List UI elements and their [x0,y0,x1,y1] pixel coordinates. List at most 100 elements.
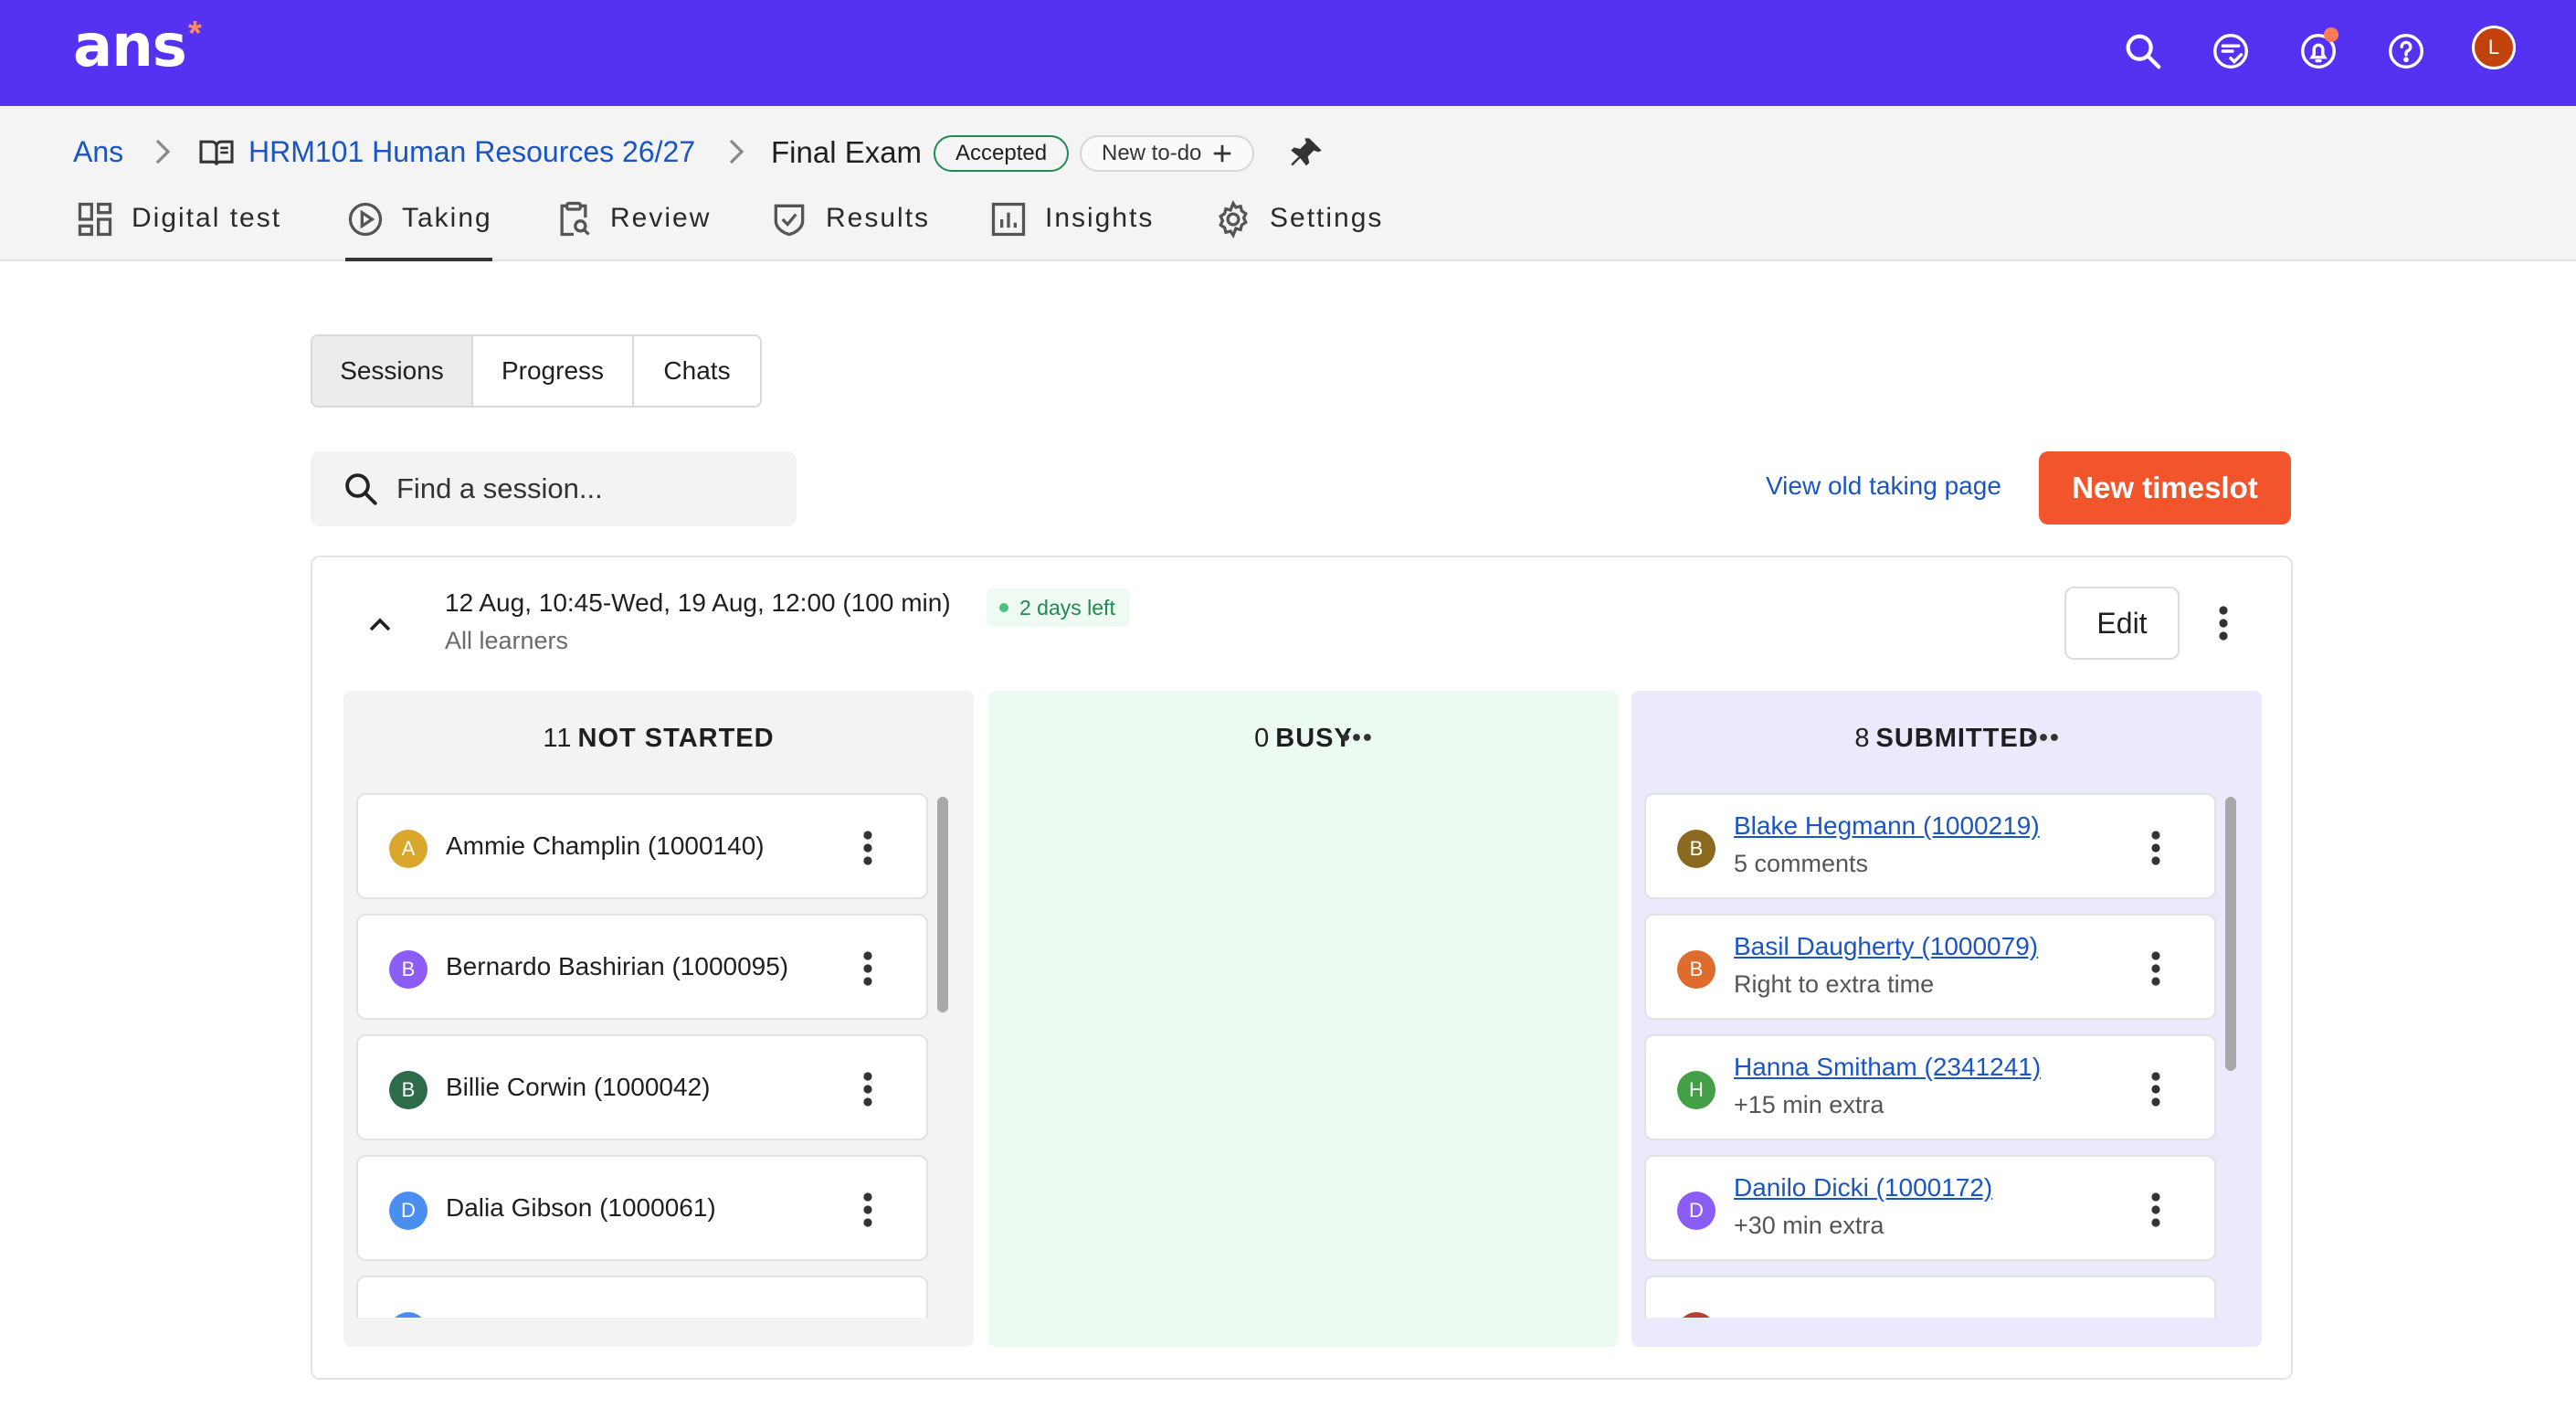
learner-name-link[interactable]: Hanna Smitham (2341241) [1734,1053,2041,1082]
new-todo-button[interactable]: New to-do [1080,135,1255,172]
avatar [389,1312,428,1318]
avatar: D [389,1192,428,1230]
column-header: 8 SUBMITTED [1854,724,2039,753]
logo-mark: * [188,15,202,53]
list-item[interactable]: B Blake Hegmann (1000219) 5 comments [1644,793,2216,899]
more-vertical-icon[interactable] [2150,950,2161,987]
learner-note: Right to extra time [1734,970,1935,998]
more-vertical-icon[interactable] [862,1192,873,1228]
timeslot-range: 12 Aug, 10:45-Wed, 19 Aug, 12:00 (100 mi… [445,588,951,617]
learner-name: Bernardo Bashirian (1000095) [446,952,789,980]
column-submitted: 8 SUBMITTED B Blake Hegmann (1000219) 5 … [1631,691,2262,1347]
breadcrumb-root[interactable]: Ans [73,135,123,169]
scrollbar-thumb[interactable] [2225,797,2236,1071]
tab-taking[interactable]: Taking [345,202,492,261]
learner-note: +30 min extra [1734,1212,1884,1239]
view-old-taking-page-link[interactable]: View old taking page [1766,471,2001,501]
status-badge: Accepted [934,135,1070,172]
tab-sessions[interactable]: Sessions [312,336,473,406]
avatar: B [389,1071,428,1109]
learner-name-link[interactable]: Basil Daugherty (1000079) [1734,932,2038,961]
search-input[interactable] [396,472,762,505]
list-item[interactable]: D Dalia Gibson (1000061) [356,1155,928,1261]
tab-insights[interactable]: Insights [988,202,1154,261]
more-vertical-icon[interactable] [2150,830,2161,866]
more-vertical-icon[interactable] [862,950,873,987]
list-item[interactable]: H Hanna Smitham (2341241) +15 min extra [1644,1034,2216,1140]
plus-icon [1214,144,1231,163]
grid-icon [78,202,112,237]
session-search [311,451,797,526]
book-icon [199,140,234,165]
learner-name-link[interactable]: Danilo Dicki (1000172) [1734,1173,1992,1202]
more-vertical-icon[interactable] [862,1071,873,1107]
bell-icon[interactable] [2293,26,2344,77]
more-vertical-icon[interactable] [2218,605,2229,641]
shield-check-icon [774,204,805,237]
list-item[interactable]: D Danilo Dicki (1000172) +30 min extra [1644,1155,2216,1261]
more-vertical-icon[interactable] [2150,1071,2161,1107]
list-item[interactable]: B Basil Daugherty (1000079) Right to ext… [1644,914,2216,1020]
tab-digital-test[interactable]: Digital test [75,202,281,261]
column-busy: 0 BUSY [988,691,1619,1347]
learner-note: +15 min extra [1734,1091,1884,1118]
chevron-right-icon [729,139,744,164]
search-icon [345,473,377,505]
learner-name-link[interactable]: Blake Hegmann (1000219) [1734,811,2040,841]
help-icon[interactable] [2381,26,2432,77]
notification-dot [2324,27,2338,42]
breadcrumb-course[interactable]: HRM101 Human Resources 26/27 [197,135,695,169]
list-item[interactable] [1644,1276,2216,1318]
learner-list: A Ammie Champlin (1000140) B Bernardo Ba… [356,793,928,1318]
tab-settings[interactable]: Settings [1213,200,1383,261]
column-not-started: 11 NOT STARTED A Ammie Champlin (1000140… [343,691,974,1347]
list-item[interactable]: B Billie Corwin (1000042) [356,1034,928,1140]
avatar [1677,1312,1716,1318]
more-vertical-icon[interactable] [2150,1192,2161,1228]
avatar: B [389,950,428,989]
learner-note: 5 comments [1734,850,1869,877]
list-item[interactable]: B Bernardo Bashirian (1000095) [356,914,928,1020]
clipboard-search-icon [560,201,590,237]
pin-icon[interactable] [1288,133,1325,174]
more-horizontal-icon[interactable] [2028,731,2059,744]
tab-progress[interactable]: Progress [473,336,634,406]
column-header: 0 BUSY [1254,724,1353,753]
list-item[interactable]: A Ammie Champlin (1000140) [356,793,928,899]
scrollbar[interactable] [937,797,948,1319]
avatar: H [1677,1071,1716,1109]
timeslot-audience: All learners [445,627,569,654]
page-title: Final Exam [771,135,923,169]
more-horizontal-icon[interactable] [1341,731,1372,744]
search-icon[interactable] [2117,26,2169,77]
avatar: B [1677,950,1716,989]
top-bar: ans * L [0,0,2576,106]
column-header: 11 NOT STARTED [543,724,775,753]
play-circle-icon [348,202,383,237]
chat-icon[interactable] [2205,26,2256,77]
tab-results[interactable]: Results [769,203,930,261]
new-timeslot-button[interactable]: New timeslot [2039,451,2291,524]
tab-review[interactable]: Review [554,201,711,261]
scrollbar-thumb[interactable] [937,797,948,1012]
user-avatar[interactable]: L [2472,26,2516,69]
avatar: A [389,830,428,868]
scrollbar[interactable] [2225,797,2236,1319]
gear-icon [1219,200,1248,238]
days-left-badge: 2 days left [987,588,1130,627]
view-tabs: Sessions Progress Chats [311,334,762,408]
learner-name: Billie Corwin (1000042) [446,1073,711,1101]
avatar: B [1677,830,1716,868]
course-header: Ans HRM101 Human Resources 26/27 Final E… [0,106,2576,261]
more-vertical-icon[interactable] [862,830,873,866]
edit-button[interactable]: Edit [2064,587,2180,660]
tab-chats[interactable]: Chats [634,336,760,406]
logo[interactable]: ans [73,13,187,80]
chevron-right-icon [155,139,171,164]
learner-name: Dalia Gibson (1000061) [446,1193,716,1222]
list-item[interactable] [356,1276,928,1318]
learner-list: B Blake Hegmann (1000219) 5 comments B B… [1644,793,2216,1318]
learner-name: Ammie Champlin (1000140) [446,832,765,860]
bar-chart-icon [991,202,1026,237]
chevron-up-icon[interactable] [362,607,398,643]
